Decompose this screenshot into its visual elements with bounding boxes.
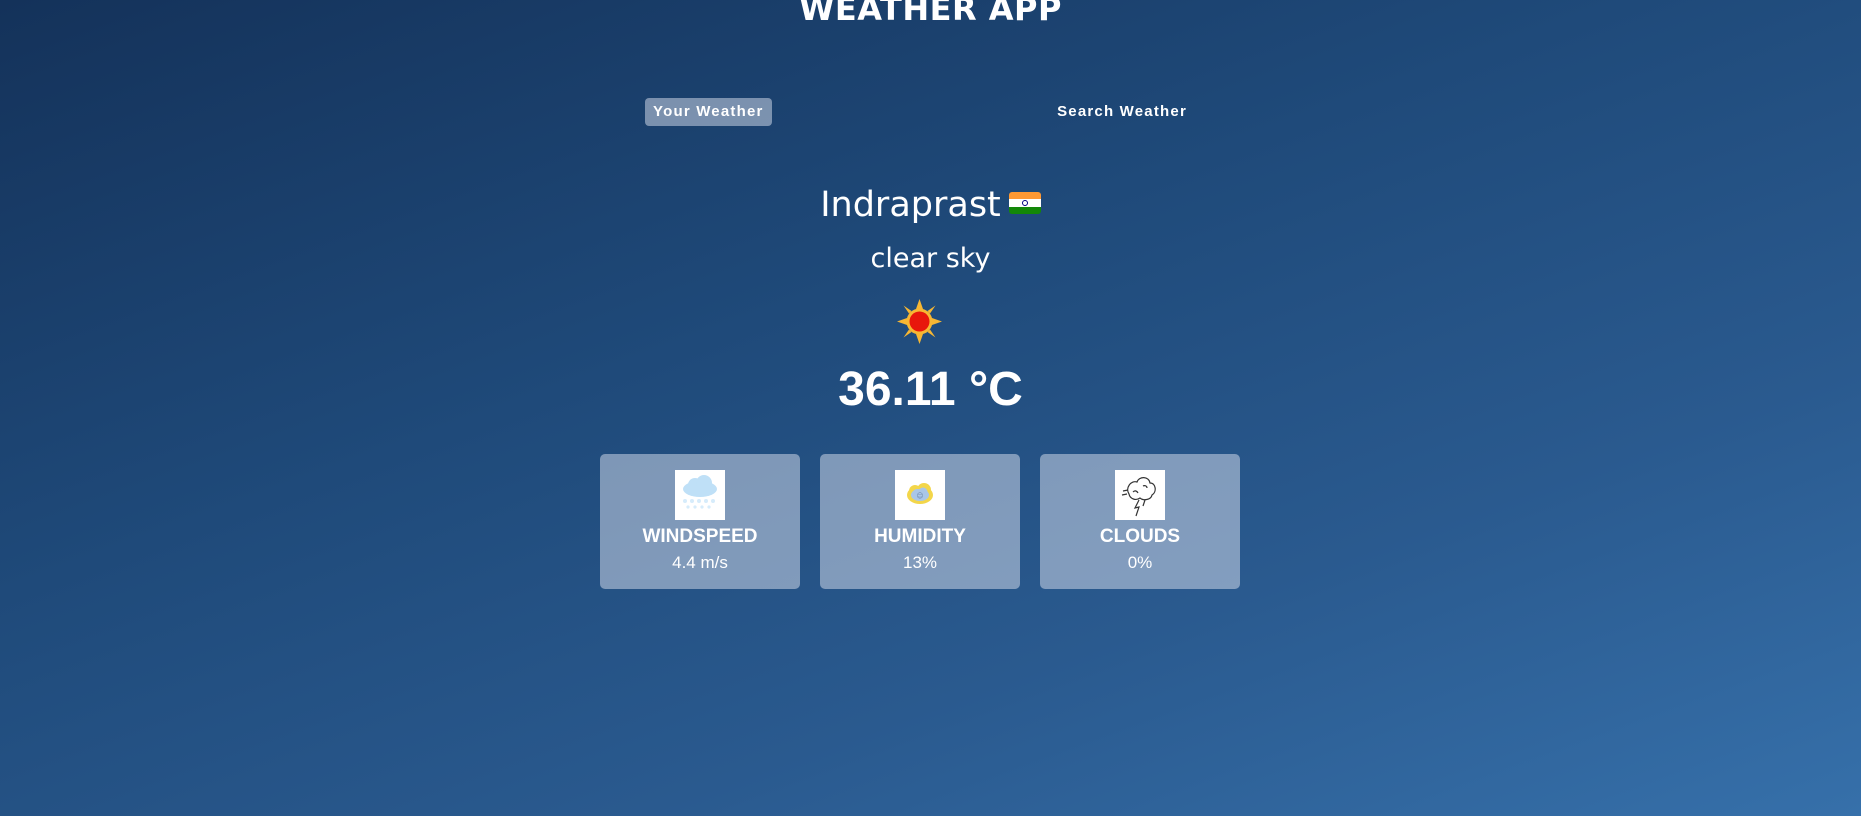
cloud-icon — [1115, 470, 1165, 520]
tab-search-weather[interactable]: Search Weather — [1049, 98, 1195, 126]
svg-text:☺: ☺ — [916, 492, 923, 500]
temperature: 36.11 °C — [838, 363, 1023, 416]
windspeed-label: WINDSPEED — [642, 526, 758, 547]
humidity-label: HUMIDITY — [874, 526, 966, 547]
tab-your-weather[interactable]: Your Weather — [645, 98, 772, 126]
sun-icon — [897, 299, 942, 344]
wind-cloud-icon — [675, 470, 725, 520]
humidity-card: ☺ HUMIDITY 13% — [820, 454, 1020, 589]
tab-bar: Your Weather Search Weather — [645, 98, 1195, 126]
humidity-icon: ☺ — [895, 470, 945, 520]
clouds-label: CLOUDS — [1099, 526, 1181, 547]
location-name: Indraprast — [0, 185, 1861, 225]
windspeed-card: WINDSPEED 4.4 m/s — [600, 454, 800, 589]
app-title: WEATHER APP — [799, 0, 1062, 28]
stats-cards: WINDSPEED 4.4 m/s ☺ HUMIDITY 13% CLOUDS … — [600, 454, 1241, 589]
clouds-value: 0% — [1127, 553, 1153, 572]
india-flag-icon — [1008, 192, 1041, 214]
clouds-card: CLOUDS 0% — [1040, 454, 1240, 589]
city-name: Indraprast — [820, 185, 1001, 225]
windspeed-value: 4.4 m/s — [672, 553, 728, 572]
humidity-value: 13% — [902, 553, 938, 572]
weather-description: clear sky — [870, 243, 991, 274]
